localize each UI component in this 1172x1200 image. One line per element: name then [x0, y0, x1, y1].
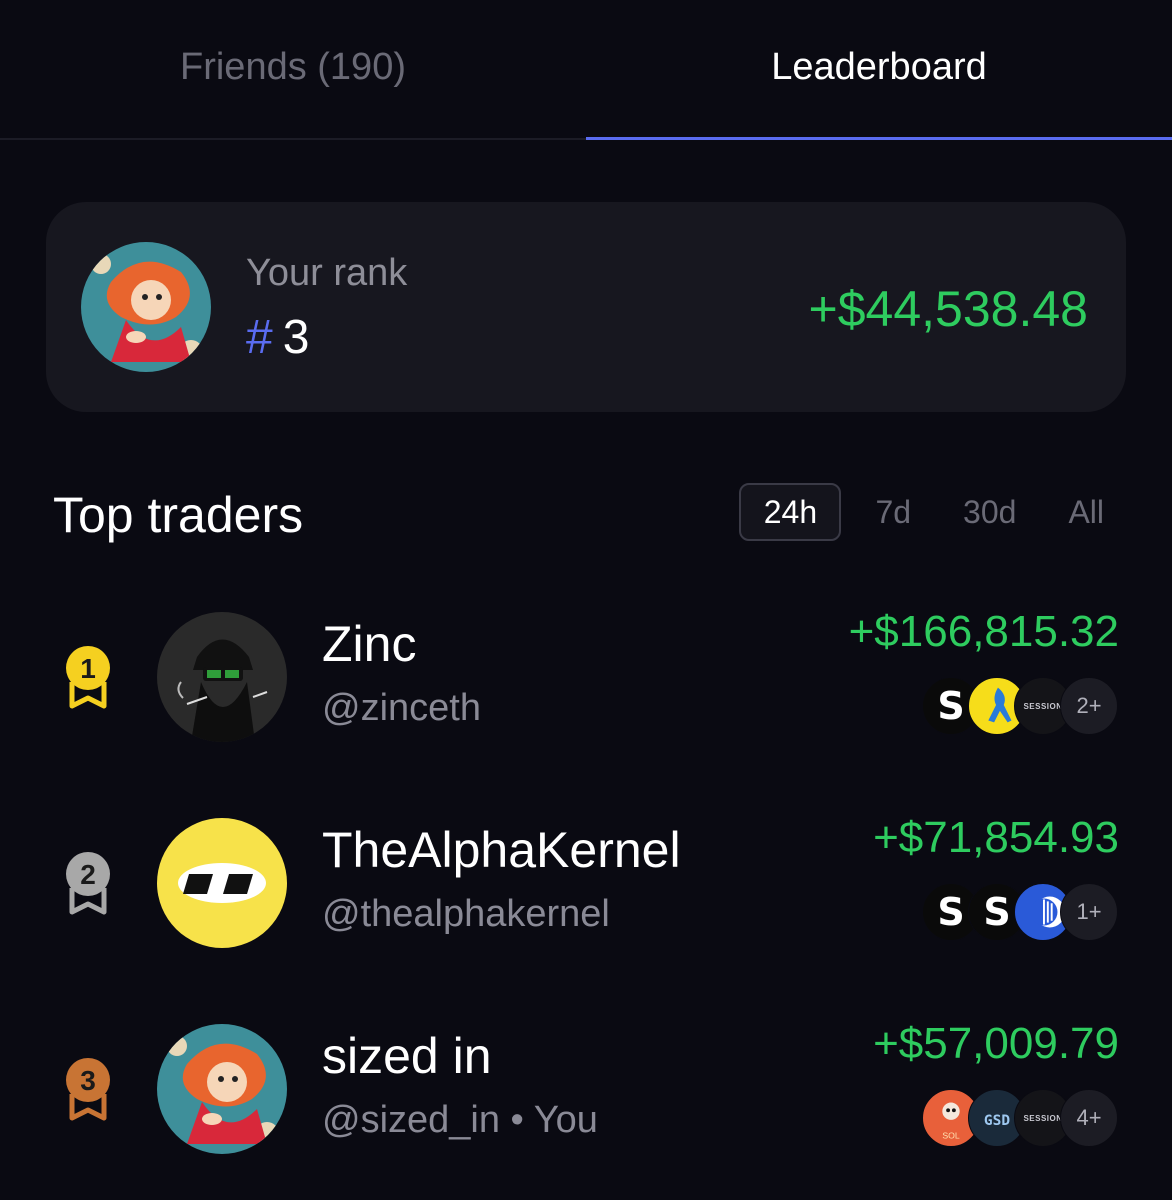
- trader-name: Zinc: [322, 616, 417, 672]
- trader-handle: @sized_in • You: [322, 1099, 598, 1141]
- period-30d[interactable]: 30d: [945, 483, 1034, 541]
- more-tokens-count: 1+: [1060, 883, 1118, 941]
- period-24h[interactable]: 24h: [739, 483, 842, 541]
- your-pnl: +$44,538.48: [808, 281, 1088, 337]
- gold-medal-icon: 1: [58, 642, 118, 712]
- your-rank-card: Your rank #3 +$44,538.48: [46, 202, 1126, 412]
- period-7d[interactable]: 7d: [857, 483, 929, 541]
- token-stack[interactable]: S S 1+: [922, 883, 1118, 941]
- more-tokens-count: 2+: [1060, 677, 1118, 735]
- tab-bar: Friends (190) Leaderboard: [0, 0, 1172, 140]
- svg-text:GSD: GSD: [984, 1113, 1010, 1129]
- trader-row[interactable]: 2 TheAlphaKernel @thealphakernel +$71,85…: [0, 813, 1172, 953]
- your-rank-label: Your rank: [246, 252, 408, 294]
- svg-text:2: 2: [80, 859, 96, 890]
- user-avatar: [81, 242, 211, 372]
- period-selector: 24h 7d 30d All: [723, 483, 1122, 541]
- trader-name: TheAlphaKernel: [322, 822, 681, 878]
- silver-medal-icon: 2: [58, 848, 118, 918]
- trader-avatar[interactable]: [157, 818, 287, 948]
- rank-hash: #: [246, 311, 273, 364]
- token-stack[interactable]: SOL GSD SESSION 4+: [922, 1089, 1118, 1147]
- trader-name: sized in: [322, 1028, 492, 1084]
- rank-number: 3: [282, 311, 310, 364]
- bronze-medal-icon: 3: [58, 1054, 118, 1124]
- period-all[interactable]: All: [1050, 483, 1122, 541]
- trader-avatar[interactable]: [157, 1024, 287, 1154]
- token-stack[interactable]: S SESSION 2+: [922, 677, 1118, 735]
- trader-row[interactable]: 3 sized in @sized_in • You +$57,009.79 S…: [0, 1019, 1172, 1159]
- trader-row[interactable]: 1 Zinc @zinceth +$166,815.32 S SESSION 2…: [0, 607, 1172, 747]
- more-tokens-count: 4+: [1060, 1089, 1118, 1147]
- svg-text:SOL: SOL: [942, 1130, 960, 1140]
- tab-leaderboard[interactable]: Leaderboard: [586, 0, 1172, 140]
- top-traders-title: Top traders: [53, 487, 304, 543]
- trader-pnl: +$166,815.32: [848, 607, 1119, 656]
- trader-pnl: +$71,854.93: [873, 813, 1119, 862]
- trader-pnl: +$57,009.79: [873, 1019, 1119, 1068]
- your-rank-value: #3: [246, 310, 309, 365]
- svg-text:3: 3: [80, 1065, 96, 1096]
- svg-text:1: 1: [80, 653, 96, 684]
- trader-handle: @thealphakernel: [322, 893, 610, 935]
- trader-handle: @zinceth: [322, 687, 481, 729]
- tab-friends[interactable]: Friends (190): [0, 0, 586, 138]
- trader-avatar[interactable]: [157, 612, 287, 742]
